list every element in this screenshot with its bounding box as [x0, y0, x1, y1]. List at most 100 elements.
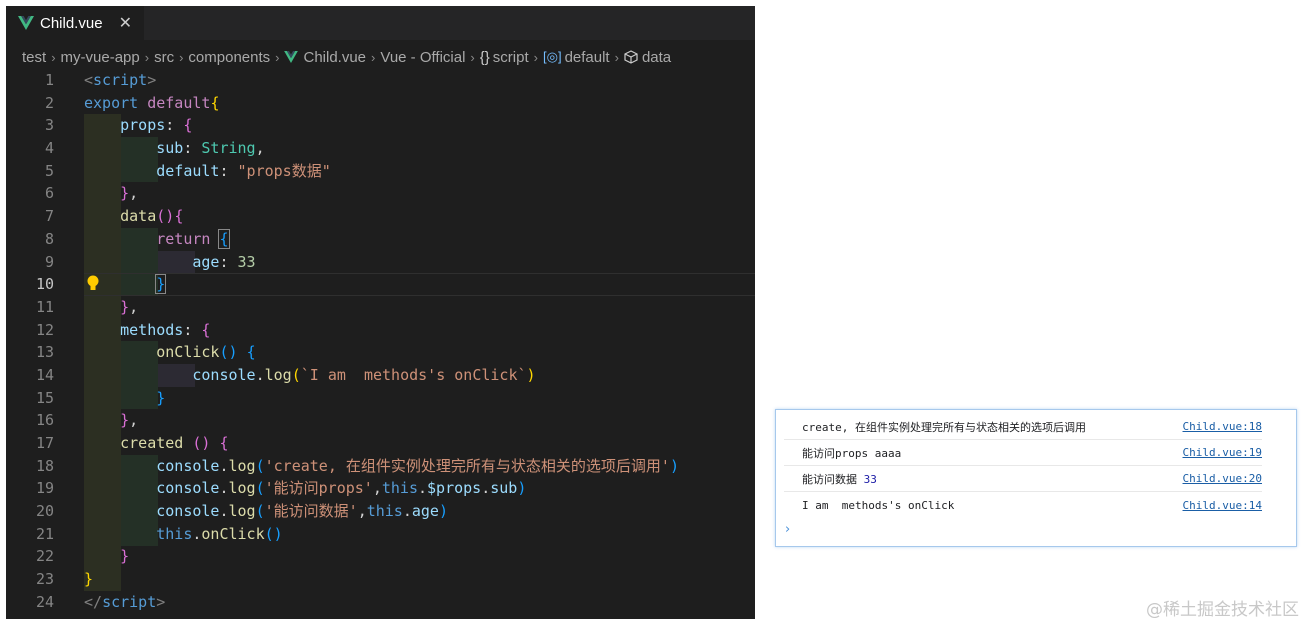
code-line[interactable]: 19 console.log('能访问props',this.$props.su… — [6, 477, 755, 500]
breadcrumb-item-my-vue-app[interactable]: my-vue-app — [61, 49, 140, 66]
code-lines: 1 <script> 2 export default{3 props: {4 sub… — [6, 69, 755, 614]
console-source-link[interactable]: Child.vue:18 — [1183, 420, 1262, 433]
code-line[interactable]: 24 </script> — [6, 591, 755, 614]
code-token: : — [219, 161, 238, 180]
code-token: . — [402, 502, 412, 521]
code-line[interactable]: 11 }, — [6, 296, 755, 319]
code-line[interactable]: 3 props: { — [6, 114, 755, 137]
code-line[interactable]: 13 onClick() { — [6, 341, 755, 364]
code-token: log — [228, 479, 256, 498]
code-line[interactable]: 5 default: "props数据" — [6, 160, 755, 183]
code-token: : — [183, 320, 202, 339]
code-line[interactable]: 14 console.log(`I am methods's onClick`) — [6, 364, 755, 387]
console-message: 能访问数据 33 — [802, 472, 877, 486]
console-source-link[interactable]: Child.vue:14 — [1183, 499, 1262, 512]
code-token: ) — [526, 365, 536, 384]
code-token: "props数据" — [237, 161, 331, 180]
code-token: () — [156, 207, 175, 226]
code-token: { — [174, 207, 184, 226]
code-token: console — [156, 456, 220, 475]
chevron-right-icon: › — [470, 49, 475, 65]
line-number: 18 — [35, 456, 54, 475]
breadcrumb-item-script[interactable]: {} script — [480, 49, 529, 66]
code-token: age — [192, 252, 220, 271]
code-line[interactable]: 10 } — [6, 273, 755, 296]
console-source-link[interactable]: Child.vue:19 — [1183, 446, 1262, 459]
code-token: log — [228, 502, 256, 521]
breadcrumb-item-src[interactable]: src — [154, 49, 174, 66]
console-source-link[interactable]: Child.vue:20 — [1183, 472, 1262, 485]
line-number: 2 — [44, 93, 54, 112]
console-message: 能访问props aaaa — [802, 446, 902, 460]
chevron-right-icon: › — [51, 49, 56, 65]
code-token: { — [218, 228, 230, 249]
code-token: created — [120, 434, 184, 452]
console-row: 能访问props aaaa Child.vue:19 — [784, 440, 1262, 466]
line-number: 10 — [35, 275, 54, 294]
code-line[interactable]: 16 }, — [6, 409, 755, 432]
code-token: String — [201, 139, 256, 158]
breadcrumb-item-components[interactable]: components — [188, 49, 270, 66]
code-line[interactable]: 4 sub: String, — [6, 137, 755, 160]
code-token: ) — [669, 456, 679, 475]
code-token: , — [129, 411, 139, 430]
line-number: 20 — [35, 502, 54, 521]
breadcrumb-item-child-vue[interactable]: Child.vue — [284, 49, 366, 66]
breadcrumb-item-vue-official[interactable]: Vue - Official — [380, 49, 465, 66]
lightbulb-icon[interactable] — [86, 275, 100, 293]
vue-logo-icon — [284, 51, 299, 63]
line-number: 11 — [35, 297, 54, 316]
code-line[interactable]: 2 export default{ — [6, 92, 755, 115]
breadcrumb-item-default[interactable]: [◎] default — [543, 49, 610, 66]
code-line[interactable]: 1 <script> — [6, 69, 755, 92]
line-text: } — [84, 387, 165, 410]
code-token: script — [93, 71, 148, 89]
close-icon[interactable]: ✕ — [119, 13, 132, 33]
code-line[interactable]: 18 console.log('create, 在组件实例处理完所有与状态相关的… — [6, 455, 755, 478]
console-message: create, 在组件实例处理完所有与状态相关的选项后调用 — [802, 420, 1086, 434]
code-token: console — [192, 365, 256, 384]
code-token: default — [156, 161, 220, 180]
code-token: sub — [490, 479, 518, 498]
line-number: 4 — [44, 139, 54, 158]
code-line[interactable]: 9 age: 33 — [6, 251, 755, 274]
console-prompt-icon[interactable]: › — [785, 522, 790, 537]
line-text: this.onClick() — [84, 523, 283, 546]
line-text: methods: { — [84, 319, 210, 342]
console-row: create, 在组件实例处理完所有与状态相关的选项后调用 Child.vue:… — [784, 414, 1262, 440]
code-line[interactable]: 8 return { — [6, 228, 755, 251]
line-number: 22 — [35, 547, 54, 566]
line-text: } — [84, 545, 129, 568]
code-token: : — [183, 139, 202, 158]
code-token: } — [155, 274, 167, 295]
code-token: default — [147, 93, 211, 112]
code-line[interactable]: 20 console.log('能访问数据',this.age) — [6, 500, 755, 523]
code-token: . — [219, 456, 229, 475]
breadcrumb: test › my-vue-app › src › components › C… — [6, 46, 755, 68]
code-line[interactable]: 22 } — [6, 545, 755, 568]
code-line[interactable]: 17 created () { — [6, 432, 755, 455]
tab-child-vue[interactable]: Child.vue ✕ — [6, 6, 144, 40]
breadcrumb-item-data[interactable]: data — [624, 49, 671, 66]
line-text: data(){ — [84, 205, 183, 228]
line-text: console.log('能访问数据',this.age) — [84, 500, 448, 523]
code-token: return — [156, 229, 211, 248]
line-text: } — [84, 568, 93, 591]
code-line[interactable]: 23} — [6, 568, 755, 591]
code-token: { — [219, 434, 229, 452]
code-line[interactable]: 21 this.onClick() — [6, 523, 755, 546]
breadcrumb-item-test[interactable]: test — [22, 49, 46, 66]
code-line[interactable]: 12 methods: { — [6, 319, 755, 342]
code-token: () — [192, 434, 211, 452]
code-editor: Child.vue ✕ test › my-vue-app › src › co… — [6, 6, 755, 619]
code-line[interactable]: 15 } — [6, 387, 755, 410]
code-area[interactable]: 1 <script> 2 export default{3 props: {4 sub… — [6, 69, 755, 614]
console-row: I am methods's onClick Child.vue:14 — [784, 492, 1262, 518]
code-token: () — [264, 524, 283, 543]
code-line[interactable]: 7 data(){ — [6, 205, 755, 228]
code-token: } — [84, 570, 94, 589]
code-line[interactable]: 6 }, — [6, 182, 755, 205]
